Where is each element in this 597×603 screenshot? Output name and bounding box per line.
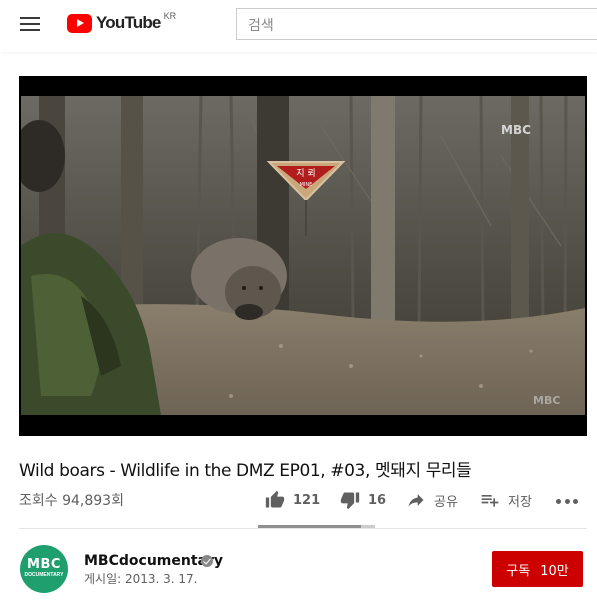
video-still: 지 뢰 MINE MBC MBC [21, 96, 585, 415]
masthead: YouTube KR 검색 [0, 0, 597, 52]
publish-date: 게시일: 2013. 3. 17. [84, 572, 198, 586]
video-title: Wild boars - Wildlife in the DMZ EP01, #… [19, 461, 472, 481]
avatar-text: MBC [27, 557, 61, 572]
share-label: 공유 [434, 494, 458, 510]
video-player[interactable]: 지 뢰 MINE MBC MBC [19, 76, 587, 436]
search-input[interactable]: 검색 [236, 8, 597, 40]
save-label: 저장 [508, 494, 532, 510]
sign-text-en: MINE [300, 182, 313, 188]
video-frame[interactable]: 지 뢰 MINE MBC MBC [21, 96, 585, 415]
avatar-subtext: DOCUMENTARY [24, 572, 64, 578]
dislike-button[interactable]: 16 [340, 490, 386, 510]
subscribe-label: 구독 [506, 563, 531, 579]
verified-icon [201, 555, 213, 567]
share-button[interactable]: 공유 [406, 490, 458, 510]
more-icon[interactable] [556, 499, 578, 505]
subscriber-count: 10만 [540, 563, 569, 579]
share-icon [408, 494, 424, 507]
divider [19, 528, 587, 529]
thumbs-up-icon [265, 490, 285, 508]
subscribe-button[interactable]: 구독 10만 [492, 551, 583, 587]
like-count: 121 [293, 492, 321, 508]
watermark-bottom: MBC [533, 394, 560, 407]
logo-text: YouTube [96, 13, 161, 32]
dislike-count: 16 [368, 492, 387, 508]
menu-icon[interactable] [20, 14, 42, 34]
view-count: 조회수 94,893회 [19, 493, 124, 509]
youtube-logo-icon [67, 14, 92, 33]
watermark-top: MBC [501, 123, 531, 137]
playlist-add-icon [481, 495, 499, 507]
avatar[interactable]: MBC DOCUMENTARY [20, 545, 68, 593]
youtube-logo[interactable]: YouTube KR [67, 11, 177, 35]
thumbs-down-icon [340, 492, 360, 510]
save-button[interactable]: 저장 [480, 490, 532, 510]
region-code: KR [163, 11, 177, 21]
sign-text: 지 뢰 [296, 168, 315, 179]
like-button[interactable]: 121 [265, 490, 320, 510]
